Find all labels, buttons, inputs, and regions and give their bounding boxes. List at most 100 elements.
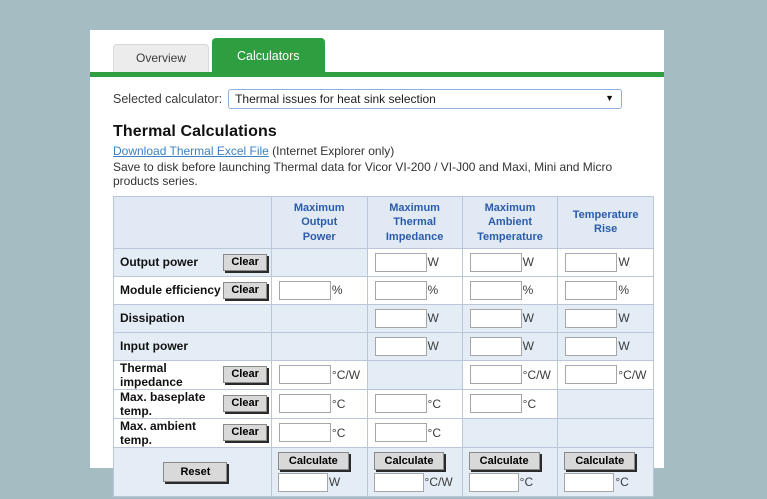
- value-cell: W: [367, 332, 462, 360]
- value-cell: W: [558, 248, 654, 276]
- row-label-cell: Max. baseplate temp.Clear: [114, 389, 272, 418]
- value-input[interactable]: [375, 309, 427, 328]
- value-input[interactable]: [470, 281, 522, 300]
- value-input[interactable]: [565, 281, 617, 300]
- blank-cell: [558, 418, 654, 447]
- value-cell: W: [462, 332, 558, 360]
- row-label: Output power: [120, 255, 198, 269]
- unit-label: °C: [332, 397, 345, 411]
- value-cell: W: [558, 304, 654, 332]
- save-note: Save to disk before launching Thermal da…: [113, 160, 654, 188]
- column-header-1: MaximumThermalImpedance: [367, 197, 462, 249]
- row-label-cell: Output power Clear: [114, 248, 272, 276]
- calculate-button[interactable]: Calculate: [374, 452, 445, 470]
- value-input[interactable]: [375, 423, 427, 442]
- table-header-row: MaximumOutputPowerMaximumThermalImpedanc…: [114, 197, 654, 249]
- table-row: Max. ambient temp.Clear°C°C: [114, 418, 654, 447]
- column-header-0: MaximumOutputPower: [271, 197, 367, 249]
- unit-label: W: [428, 255, 439, 269]
- chevron-down-icon: ▼: [605, 93, 614, 103]
- value-cell: W: [367, 304, 462, 332]
- calculate-button[interactable]: Calculate: [469, 452, 540, 470]
- table-row: Max. baseplate temp.Clear °C °C °C: [114, 389, 654, 418]
- unit-label: W: [523, 311, 534, 325]
- blank-cell: [367, 360, 462, 389]
- table-row: Input powerWWW: [114, 332, 654, 360]
- table-row: Module efficiencyClear%%%%: [114, 276, 654, 304]
- value-input[interactable]: [470, 365, 522, 384]
- blank-cell: [271, 304, 367, 332]
- value-input[interactable]: [565, 253, 617, 272]
- value-input[interactable]: [375, 281, 427, 300]
- unit-label: W: [618, 311, 629, 325]
- clear-button[interactable]: Clear: [223, 254, 267, 271]
- main-content: Selected calculator: Thermal issues for …: [90, 77, 664, 497]
- unit-label: W: [523, 255, 534, 269]
- value-input[interactable]: [470, 337, 522, 356]
- value-input[interactable]: [565, 337, 617, 356]
- reset-cell: Reset: [114, 447, 272, 496]
- row-label: Thermal impedance: [120, 361, 223, 389]
- blank-cell: [271, 248, 367, 276]
- blank-cell: [462, 418, 558, 447]
- value-input[interactable]: [375, 394, 427, 413]
- result-cell: Calculate°C: [558, 447, 654, 496]
- blank-cell: [558, 389, 654, 418]
- unit-label: °C/W: [523, 368, 551, 382]
- content-card: Overview Calculators Selected calculator…: [90, 30, 664, 468]
- value-input[interactable]: [470, 253, 522, 272]
- calculate-button[interactable]: Calculate: [564, 452, 635, 470]
- unit-label: W: [428, 311, 439, 325]
- unit-label: °C: [523, 397, 536, 411]
- unit-label: %: [428, 283, 439, 297]
- value-input[interactable]: [565, 365, 617, 384]
- download-excel-link[interactable]: Download Thermal Excel File: [113, 144, 269, 158]
- clear-button[interactable]: Clear: [223, 424, 267, 441]
- page-title: Thermal Calculations: [113, 123, 654, 141]
- value-input[interactable]: [375, 253, 427, 272]
- value-input[interactable]: [565, 309, 617, 328]
- result-input[interactable]: [564, 473, 614, 492]
- value-input[interactable]: [279, 423, 331, 442]
- value-cell: °C: [367, 389, 462, 418]
- value-input[interactable]: [375, 337, 427, 356]
- unit-label: W: [523, 339, 534, 353]
- value-cell: °C: [462, 389, 558, 418]
- column-header-3: TemperatureRise: [558, 197, 654, 249]
- column-header-2: MaximumAmbientTemperature: [462, 197, 558, 249]
- value-input[interactable]: [279, 281, 331, 300]
- value-input[interactable]: [470, 309, 522, 328]
- unit-label: W: [329, 475, 340, 489]
- row-label: Max. ambient temp.: [120, 419, 223, 447]
- clear-button[interactable]: Clear: [223, 395, 267, 412]
- value-cell: °C: [367, 418, 462, 447]
- value-input[interactable]: [279, 365, 331, 384]
- result-input[interactable]: [374, 473, 424, 492]
- unit-label: °C/W: [618, 368, 646, 382]
- result-input[interactable]: [278, 473, 328, 492]
- value-cell: °C/W: [462, 360, 558, 389]
- tab-overview[interactable]: Overview: [113, 44, 209, 72]
- tab-calculators[interactable]: Calculators: [212, 38, 325, 72]
- value-cell: °C: [271, 418, 367, 447]
- table-row: Dissipation W W W: [114, 304, 654, 332]
- clear-button[interactable]: Clear: [223, 366, 267, 383]
- selected-calculator-label: Selected calculator:: [113, 92, 222, 106]
- row-label: Module efficiency: [120, 283, 221, 297]
- value-cell: %: [367, 276, 462, 304]
- header-empty-cell: [114, 197, 272, 249]
- row-label-cell: Dissipation: [114, 304, 272, 332]
- reset-button[interactable]: Reset: [163, 462, 227, 482]
- calculator-select-value: Thermal issues for heat sink selection: [235, 92, 436, 106]
- download-link-suffix: (Internet Explorer only): [269, 144, 394, 158]
- value-cell: °C: [271, 389, 367, 418]
- value-input[interactable]: [470, 394, 522, 413]
- result-input[interactable]: [469, 473, 519, 492]
- clear-button[interactable]: Clear: [223, 282, 267, 299]
- calculate-button[interactable]: Calculate: [278, 452, 349, 470]
- value-input[interactable]: [279, 394, 331, 413]
- calculator-selector-row: Selected calculator: Thermal issues for …: [113, 89, 654, 109]
- calculator-select[interactable]: Thermal issues for heat sink selection ▼: [228, 89, 622, 109]
- unit-label: °C: [428, 426, 441, 440]
- row-label-cell: Max. ambient temp.Clear: [114, 418, 272, 447]
